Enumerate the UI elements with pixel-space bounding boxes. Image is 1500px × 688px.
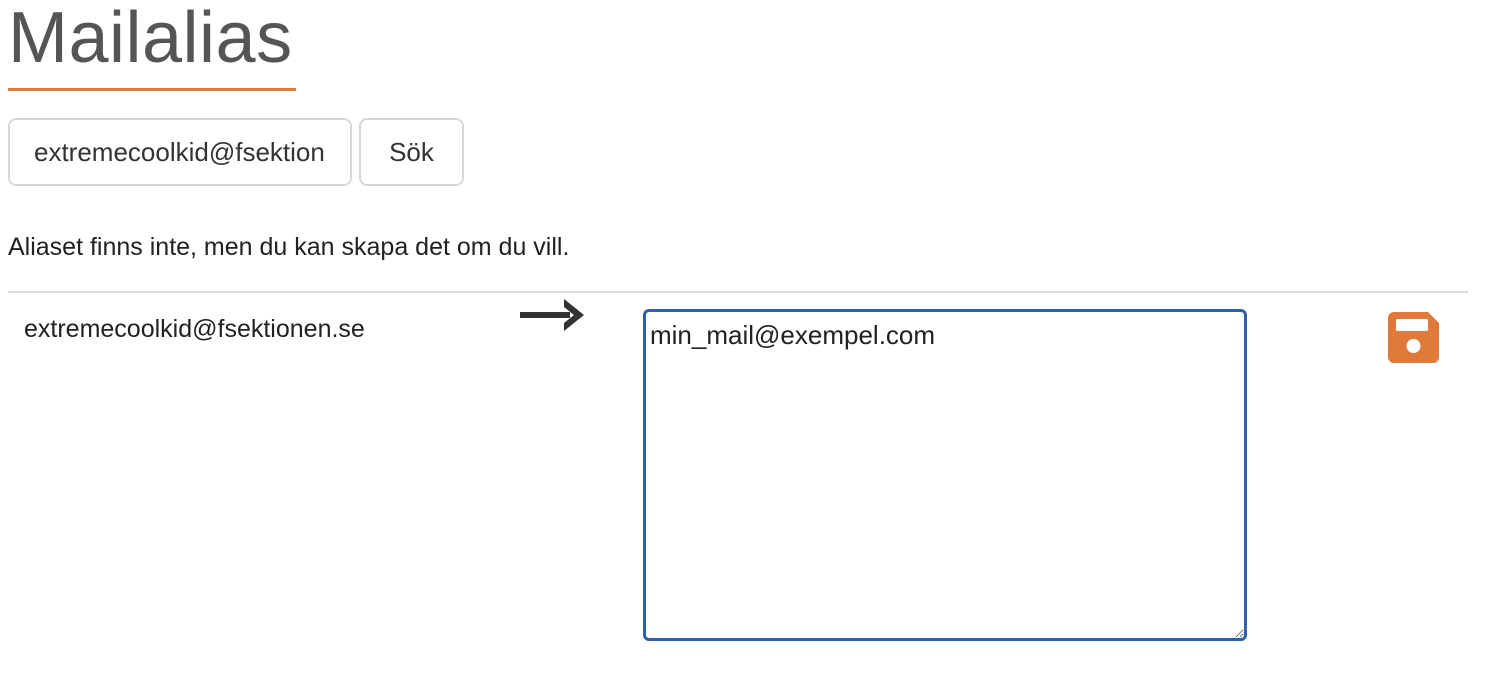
mailalias-page: Mailalias Sök Aliaset finns inte, men du… (0, 0, 1500, 688)
arrow-right-icon (520, 299, 584, 331)
floppy-disk-icon[interactable] (1388, 312, 1439, 363)
title-underline (8, 88, 296, 91)
alias-targets-textarea[interactable]: min_mail@exempel.com (643, 309, 1247, 641)
page-title: Mailalias (8, 0, 293, 78)
alias-not-found-message: Aliaset finns inte, men du kan skapa det… (8, 233, 570, 261)
search-button[interactable]: Sök (359, 118, 464, 186)
divider (8, 291, 1468, 293)
alias-address: extremecoolkid@fsektionen.se (24, 315, 365, 343)
search-input[interactable] (8, 118, 352, 186)
